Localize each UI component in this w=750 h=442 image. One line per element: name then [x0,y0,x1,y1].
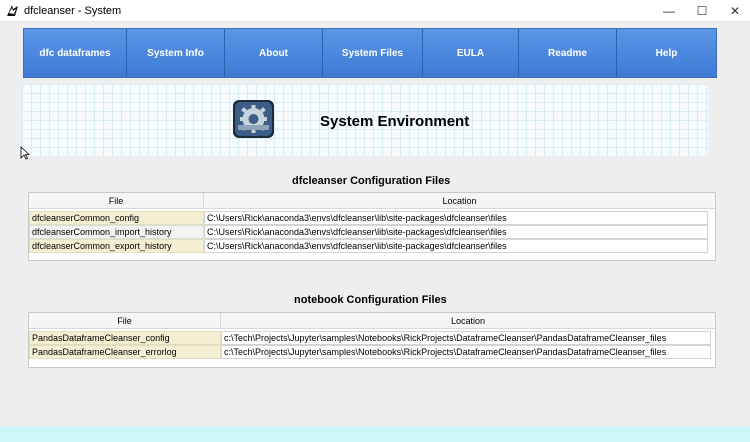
file-location-cell: C:\Users\Rick\anaconda3\envs\dfcleanser\… [204,211,708,225]
column-header-location: Location [442,195,477,206]
maximize-button[interactable]: ☐ [685,0,719,22]
mouse-pointer-icon [20,146,30,160]
page-title: System Environment [320,113,470,130]
nav-about-button[interactable]: About [225,29,323,77]
table-row: dfcleanserCommon_import_history C:\Users… [29,225,715,239]
nav-help-button[interactable]: Help [617,29,716,77]
file-name-cell: PandasDataframeCleanser_config [29,331,221,345]
gear-settings-icon [233,100,274,138]
main-nav: dfc dataframes System Info About System … [23,28,717,78]
title-bar: dfcleanser - System — ☐ ✕ [0,0,750,22]
file-location-cell: c:\Tech\Projects\Jupyter\samples\Noteboo… [221,331,711,345]
table-header: File Location [29,313,715,329]
minimize-button[interactable]: — [652,0,686,22]
window-title: dfcleanser - System [24,5,122,17]
file-name-cell: dfcleanserCommon_export_history [29,239,204,253]
nav-system-info-button[interactable]: System Info [127,29,225,77]
column-header-location: Location [450,315,486,326]
file-name-cell: dfcleanserCommon_config [29,211,204,225]
file-location-cell: C:\Users\Rick\anaconda3\envs\dfcleanser\… [204,239,708,253]
app-icon [7,5,18,16]
table-row: dfcleanserCommon_config C:\Users\Rick\an… [29,211,715,225]
file-name-cell: dfcleanserCommon_import_history [29,225,204,239]
column-header-file: File [29,193,204,208]
page-banner: System Environment [22,84,708,156]
notebook-config-table: File Location PandasDataframeCleanser_co… [28,312,716,368]
content-area: dfc dataframes System Info About System … [0,22,750,426]
nav-dfc-dataframes-button[interactable]: dfc dataframes [24,29,127,77]
file-location-cell: c:\Tech\Projects\Jupyter\samples\Noteboo… [221,345,711,359]
close-button[interactable]: ✕ [718,0,750,22]
table-row: PandasDataframeCleanser_errorlog c:\Tech… [29,345,715,359]
dfc-config-title: dfcleanser Configuration Files [292,175,451,187]
dfc-config-table: File Location dfcleanserCommon_config C:… [28,192,716,261]
table-row: dfcleanserCommon_export_history C:\Users… [29,239,715,253]
footer-strip [0,426,750,442]
notebook-config-title: notebook Configuration Files [294,294,447,306]
column-header-file: File [29,313,221,328]
table-row: PandasDataframeCleanser_config c:\Tech\P… [29,331,715,345]
file-name-cell: PandasDataframeCleanser_errorlog [29,345,221,359]
nav-eula-button[interactable]: EULA [423,29,519,77]
table-header: File Location [29,193,715,209]
nav-readme-button[interactable]: Readme [519,29,617,77]
file-location-cell: C:\Users\Rick\anaconda3\envs\dfcleanser\… [204,225,708,239]
nav-system-files-button[interactable]: System Files [323,29,423,77]
